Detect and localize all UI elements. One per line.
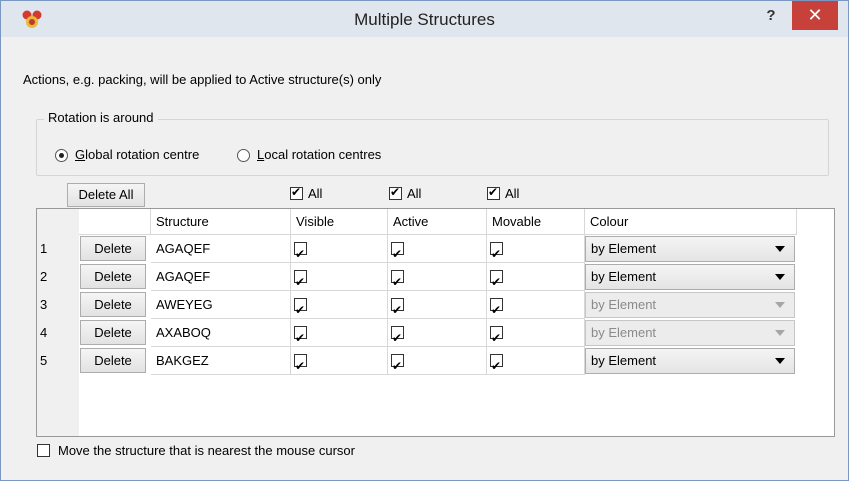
active-checkbox[interactable] [391, 296, 404, 324]
visible-checkbox[interactable] [294, 324, 307, 352]
movable-cell [487, 235, 585, 268]
header-movable: Movable [487, 209, 585, 235]
row-number: 4 [40, 325, 48, 340]
movable-checkbox[interactable] [490, 352, 503, 380]
header-visible: Visible [291, 209, 388, 235]
active-cell [388, 235, 487, 268]
all-movable-label: All [505, 186, 520, 201]
chevron-down-icon [775, 246, 785, 252]
local-rotation-label[interactable]: Local rotation centres [257, 147, 381, 162]
active-checkbox[interactable] [391, 268, 404, 296]
active-checkbox[interactable] [391, 352, 404, 380]
close-button[interactable]: ✕ [792, 1, 838, 30]
structure-name-cell: AGAQEF [151, 263, 291, 291]
visible-cell [291, 291, 388, 324]
info-text: Actions, e.g. packing, will be applied t… [23, 72, 382, 87]
movable-cell [487, 347, 585, 380]
header-structure: Structure [151, 209, 291, 235]
movable-checkbox[interactable] [490, 268, 503, 296]
rotation-group-title: Rotation is around [44, 110, 158, 125]
row-number: 5 [40, 353, 48, 368]
delete-row-button[interactable]: Delete [80, 264, 146, 289]
active-cell [388, 263, 487, 296]
all-movable-checkbox[interactable] [487, 185, 500, 200]
all-visible-label: All [308, 186, 323, 201]
visible-checkbox[interactable] [294, 296, 307, 324]
row-number: 3 [40, 297, 48, 312]
visible-checkbox[interactable] [294, 352, 307, 380]
header-colour: Colour [585, 209, 797, 235]
structure-name-cell: AXABOQ [151, 319, 291, 347]
colour-dropdown[interactable]: by Element [585, 348, 795, 374]
structures-table: Structure Visible Active Movable Colour … [36, 208, 835, 437]
structure-name-cell: AGAQEF [151, 235, 291, 263]
chevron-down-icon [775, 302, 785, 308]
delete-row-button[interactable]: Delete [80, 320, 146, 345]
window-title: Multiple Structures [354, 10, 495, 29]
move-nearest-checkbox[interactable] [37, 444, 50, 457]
delete-all-button[interactable]: Delete All [67, 183, 145, 207]
chevron-down-icon [775, 330, 785, 336]
delete-row-button[interactable]: Delete [80, 348, 146, 373]
help-button[interactable]: ? [756, 5, 786, 27]
header-active: Active [388, 209, 487, 235]
colour-dropdown: by Element [585, 292, 795, 318]
all-visible-checkbox[interactable] [290, 185, 303, 200]
active-checkbox[interactable] [391, 324, 404, 352]
global-rotation-radio[interactable] [55, 149, 68, 162]
colour-dropdown[interactable]: by Element [585, 236, 795, 262]
visible-cell [291, 347, 388, 380]
row-number: 2 [40, 269, 48, 284]
structure-name-cell: AWEYEG [151, 291, 291, 319]
move-nearest-label[interactable]: Move the structure that is nearest the m… [58, 443, 355, 458]
colour-dropdown: by Element [585, 320, 795, 346]
movable-cell [487, 319, 585, 352]
active-checkbox[interactable] [391, 240, 404, 268]
local-rotation-radio[interactable] [237, 149, 250, 162]
dialog-client-area: Actions, e.g. packing, will be applied t… [10, 37, 839, 472]
all-active-checkbox[interactable] [389, 185, 402, 200]
movable-checkbox[interactable] [490, 296, 503, 324]
title-bar[interactable]: Multiple Structures ? ✕ [1, 1, 848, 37]
active-cell [388, 319, 487, 352]
structure-name-cell: BAKGEZ [151, 347, 291, 375]
colour-dropdown[interactable]: by Element [585, 264, 795, 290]
movable-cell [487, 263, 585, 296]
header-delete [79, 209, 151, 235]
chevron-down-icon [775, 274, 785, 280]
movable-checkbox[interactable] [490, 324, 503, 352]
all-active-label: All [407, 186, 422, 201]
chevron-down-icon [775, 358, 785, 364]
delete-row-button[interactable]: Delete [80, 292, 146, 317]
visible-checkbox[interactable] [294, 240, 307, 268]
delete-row-button[interactable]: Delete [80, 236, 146, 261]
movable-cell [487, 291, 585, 324]
visible-cell [291, 263, 388, 296]
movable-checkbox[interactable] [490, 240, 503, 268]
visible-cell [291, 319, 388, 352]
global-rotation-label[interactable]: Global rotation centre [75, 147, 199, 162]
visible-cell [291, 235, 388, 268]
dialog-window: Multiple Structures ? ✕ Actions, e.g. pa… [0, 0, 849, 481]
visible-checkbox[interactable] [294, 268, 307, 296]
row-number: 1 [40, 241, 48, 256]
active-cell [388, 347, 487, 380]
active-cell [388, 291, 487, 324]
